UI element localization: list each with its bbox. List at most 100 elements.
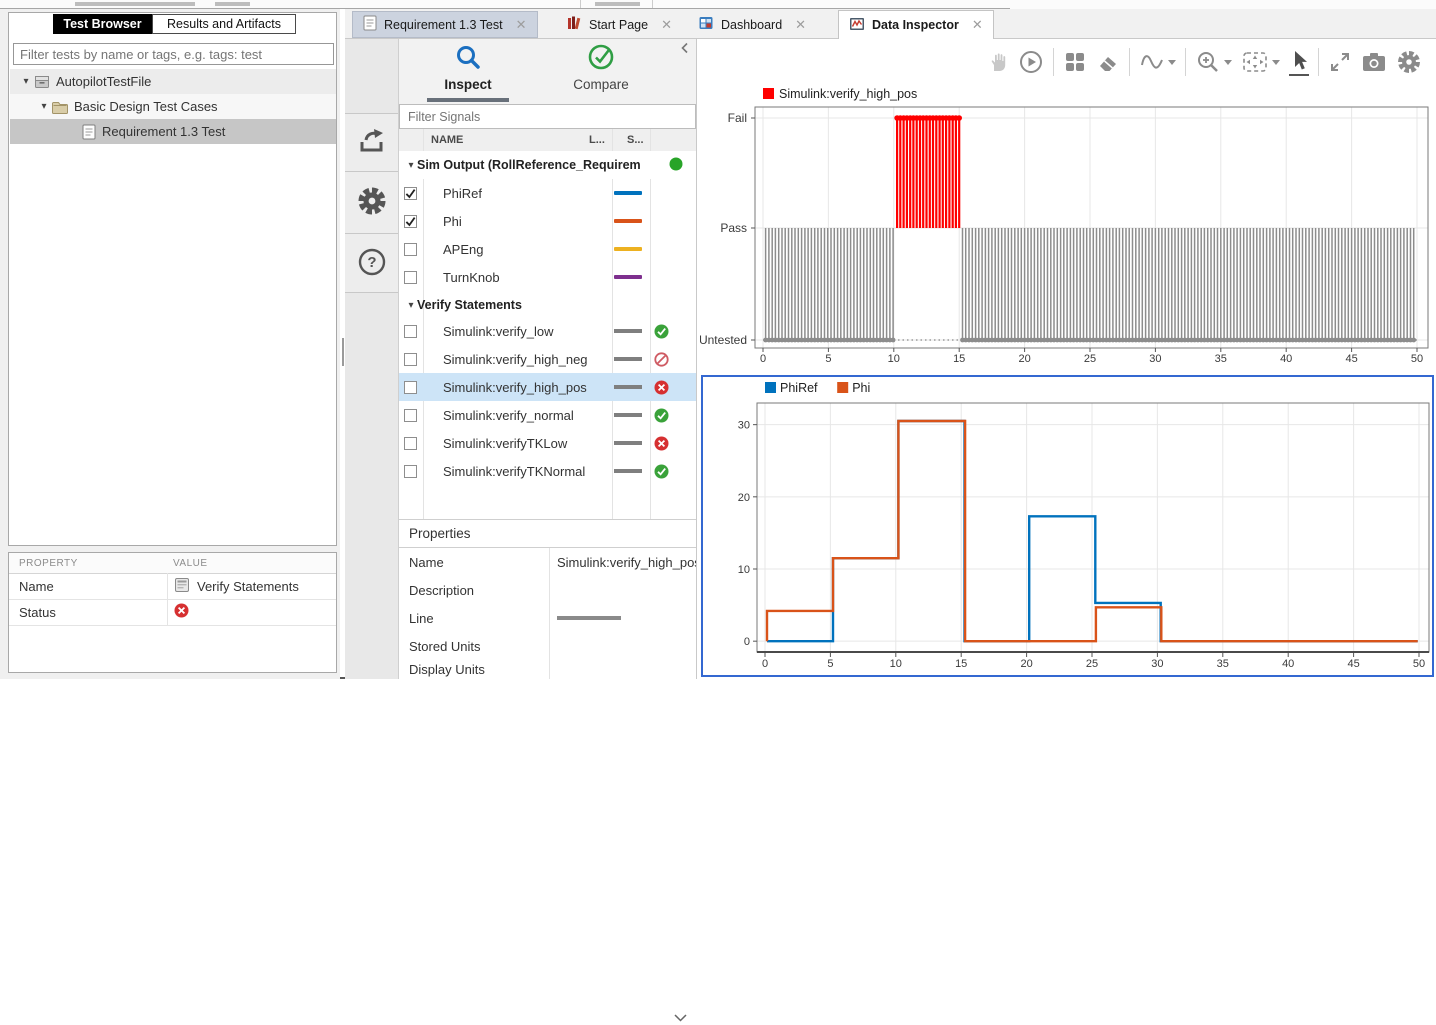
close-tab-icon[interactable]: ✕ <box>516 17 527 33</box>
tree-item-requirement-13-test[interactable]: Requirement 1.3 Test <box>10 119 336 144</box>
signal-row-phiref[interactable]: PhiRef <box>399 179 696 207</box>
signal-checkbox[interactable] <box>404 214 417 228</box>
active-tab-underline <box>427 98 509 102</box>
signal-checkbox[interactable] <box>404 380 417 394</box>
tab-test-browser[interactable]: Test Browser <box>53 14 152 34</box>
chevron-down-icon[interactable]: ▾ <box>38 101 50 112</box>
property-table-header: PROPERTY VALUE <box>9 553 336 574</box>
tab-inspect[interactable]: Inspect <box>413 44 523 92</box>
chevron-down-icon[interactable]: ▾ <box>405 160 417 171</box>
signal-checkbox[interactable] <box>404 464 417 478</box>
signal-checkbox[interactable] <box>404 242 417 256</box>
signal-checkbox[interactable] <box>404 186 417 200</box>
toolbar-divider <box>1129 48 1130 76</box>
panel-splitter-handle[interactable] <box>342 338 344 366</box>
property-row-name[interactable]: Name Simulink:verify_high_pos <box>399 548 696 576</box>
property-row-line[interactable]: Line <box>399 604 696 632</box>
folder-icon <box>52 100 68 114</box>
signal-checkbox[interactable] <box>404 408 417 422</box>
group-row-verify-statements[interactable]: ▾ Verify Statements <box>399 291 696 319</box>
tree-item-basic-design-test-cases[interactable]: ▾ Basic Design Test Cases <box>10 94 336 119</box>
layout-grid-icon[interactable] <box>1063 50 1087 74</box>
expand-icon[interactable] <box>1328 50 1352 74</box>
preferences-button[interactable] <box>345 171 398 233</box>
settings-gear-icon[interactable] <box>1396 49 1422 75</box>
svg-text:35: 35 <box>1215 353 1227 365</box>
properties-section-header[interactable]: Properties <box>399 519 696 1022</box>
snapshot-camera-icon[interactable] <box>1361 51 1387 73</box>
collapse-left-icon[interactable] <box>680 42 690 57</box>
signal-checkbox[interactable] <box>404 270 417 284</box>
tab-results-and-artifacts[interactable]: Results and Artifacts <box>152 14 296 34</box>
line-color-swatch[interactable] <box>614 385 642 389</box>
property-label: Description <box>409 582 475 598</box>
dashboard-icon <box>698 15 714 34</box>
inspector-side-toolbar: ? <box>345 39 399 679</box>
property-name-value: Verify Statements <box>167 573 299 599</box>
help-button[interactable]: ? <box>345 233 398 293</box>
cursor-arrow-icon[interactable] <box>1289 49 1309 76</box>
svg-text:50: 50 <box>1413 658 1425 670</box>
line-color-swatch[interactable] <box>614 469 642 473</box>
filter-tests-input[interactable] <box>13 43 334 65</box>
signal-wave-icon[interactable] <box>1139 50 1176 74</box>
signal-checkbox[interactable] <box>404 352 417 366</box>
verify-row-verify-high-pos[interactable]: Simulink:verify_high_pos <box>399 373 696 401</box>
eraser-icon[interactable] <box>1096 50 1120 74</box>
divider <box>652 0 653 8</box>
verify-row-verify-high-neg[interactable]: Simulink:verify_high_neg <box>399 345 696 373</box>
tab-start-page[interactable]: Start Page ✕ <box>556 11 682 38</box>
signal-row-apeng[interactable]: APEng <box>399 235 696 263</box>
replay-icon[interactable] <box>1018 49 1044 75</box>
line-color-swatch[interactable] <box>614 191 642 195</box>
verify-row-verifytklow[interactable]: Simulink:verifyTKLow <box>399 429 696 457</box>
property-row-stored-units[interactable]: Stored Units <box>399 632 696 660</box>
phiref-phi-subplot[interactable]: 0 5 10 15 20 25 30 35 40 45 50 0 10 20 30 PhiRef Phi <box>703 377 1432 678</box>
group-row-sim-output[interactable]: ▾ Sim Output (RollReference_Requirem <box>399 151 696 179</box>
verify-row-verify-low[interactable]: Simulink:verify_low <box>399 317 696 345</box>
verify-row-verify-normal[interactable]: Simulink:verify_normal <box>399 401 696 429</box>
test-file-icon <box>34 75 50 89</box>
close-tab-icon[interactable]: ✕ <box>972 17 983 33</box>
chevron-down-icon[interactable]: ▾ <box>20 76 32 87</box>
chevron-down-icon[interactable]: ▾ <box>405 300 417 311</box>
verify-row-verifytknormal[interactable]: Simulink:verifyTKNormal <box>399 457 696 485</box>
line-color-swatch[interactable] <box>614 247 642 251</box>
tab-requirement-13-test[interactable]: Requirement 1.3 Test ✕ <box>352 11 538 38</box>
tab-data-inspector[interactable]: Data Inspector ✕ <box>838 10 994 39</box>
zoom-in-icon[interactable] <box>1195 49 1232 75</box>
tab-compare[interactable]: Compare <box>546 44 656 92</box>
fit-to-view-icon[interactable] <box>1241 50 1280 74</box>
signal-checkbox[interactable] <box>404 436 417 450</box>
pan-hand-icon[interactable] <box>987 50 1009 74</box>
close-tab-icon[interactable]: ✕ <box>795 17 806 33</box>
line-color-swatch[interactable] <box>614 329 642 333</box>
data-inspector-icon <box>849 16 865 35</box>
line-color-swatch[interactable] <box>614 357 642 361</box>
property-row-display-units[interactable]: Display Units <box>399 660 696 679</box>
line-color-swatch[interactable] <box>614 441 642 445</box>
signal-name: Phi <box>443 213 462 229</box>
svg-text:10: 10 <box>888 353 900 365</box>
signal-row-turnknob[interactable]: TurnKnob <box>399 263 696 291</box>
close-tab-icon[interactable]: ✕ <box>661 17 672 33</box>
test-properties-panel: PROPERTY VALUE Name Verify Statements St… <box>8 552 337 673</box>
line-color-swatch[interactable] <box>614 219 642 223</box>
magnifier-icon <box>455 44 481 73</box>
signal-row-phi[interactable]: Phi <box>399 207 696 235</box>
property-row-description[interactable]: Description <box>399 576 696 604</box>
chevron-down-icon[interactable] <box>674 1010 687 1025</box>
fail-icon <box>654 436 669 451</box>
filter-signals-input[interactable] <box>399 104 696 129</box>
verify-result-subplot[interactable]: 0 5 10 15 20 25 30 35 40 45 50 Untested Pass Fail Simu… <box>699 85 1436 374</box>
export-button[interactable] <box>345 113 398 171</box>
svg-text:5: 5 <box>827 658 833 670</box>
tab-label: Test Browser <box>63 17 142 31</box>
tree-item-autopilottestfile[interactable]: ▾ AutopilotTestFile <box>10 69 336 94</box>
line-color-swatch[interactable] <box>614 275 642 279</box>
tab-dashboard[interactable]: Dashboard ✕ <box>688 11 816 38</box>
selected-subplot-frame[interactable]: 0 5 10 15 20 25 30 35 40 45 50 0 10 20 30 PhiRef Phi <box>701 375 1434 677</box>
svg-text:PhiRef: PhiRef <box>780 381 818 395</box>
line-color-swatch[interactable] <box>614 413 642 417</box>
signal-checkbox[interactable] <box>404 324 417 338</box>
